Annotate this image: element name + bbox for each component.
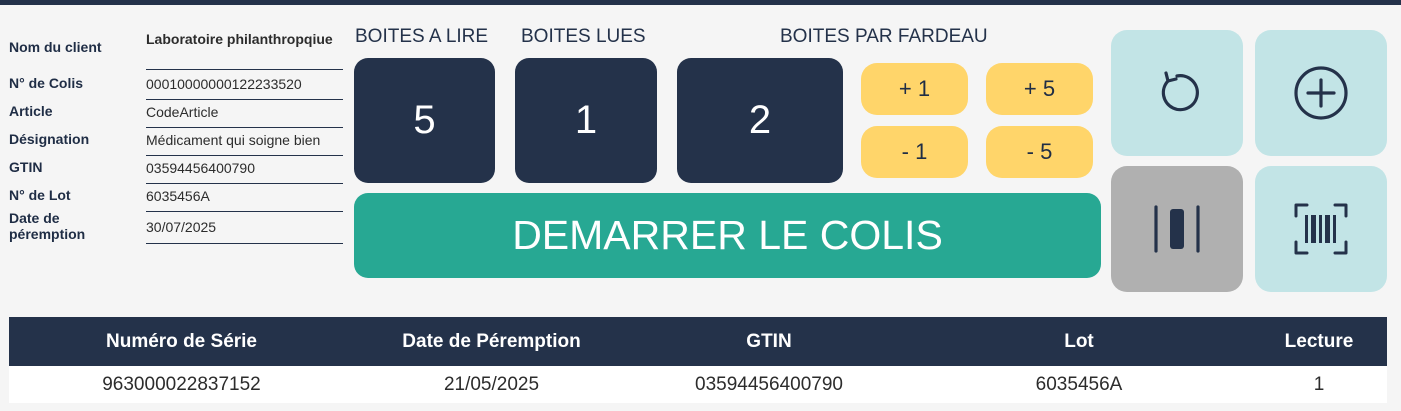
- boxes-read-label: BOITES LUES: [521, 26, 646, 47]
- barcode-scan-button[interactable]: [1255, 166, 1387, 292]
- table-row[interactable]: 963000022837152 21/05/2025 0359445640079…: [9, 366, 1387, 403]
- info-value-expiry: 30/07/2025: [146, 210, 343, 244]
- table-header: Numéro de Série Date de Péremption GTIN …: [9, 317, 1387, 366]
- cell-gtin: 03594456400790: [695, 374, 843, 395]
- barcode-scan-icon: [1294, 203, 1348, 255]
- boxes-per-bundle-value: 2: [677, 58, 843, 183]
- boxes-read-value: 1: [515, 58, 657, 183]
- start-package-button[interactable]: DEMARRER LE COLIS: [354, 193, 1101, 278]
- cell-serial: 963000022837152: [102, 374, 261, 395]
- info-label: Désignation: [9, 131, 90, 147]
- boxes-to-read-value: 5: [354, 58, 495, 183]
- add-button[interactable]: [1255, 30, 1387, 156]
- info-value-lot: 6035456A: [146, 188, 343, 212]
- column-header-lot: Lot: [1064, 331, 1094, 352]
- info-label: GTIN: [9, 159, 43, 175]
- info-value-gtin: 03594456400790: [146, 160, 343, 184]
- reset-button[interactable]: [1111, 30, 1243, 156]
- top-bar: [0, 0, 1401, 5]
- column-header-gtin: GTIN: [746, 331, 792, 352]
- column-header-reading: Lecture: [1284, 331, 1354, 352]
- plus-1-button[interactable]: + 1: [861, 63, 968, 115]
- minus-5-button[interactable]: - 5: [986, 126, 1093, 178]
- info-label: N° de Colis: [9, 75, 84, 91]
- boxes-to-read-label: BOITES A LIRE: [355, 26, 489, 47]
- cell-expiry: 21/05/2025: [443, 374, 540, 395]
- info-label: Nom du client: [9, 39, 102, 55]
- cell-reading: 1: [1313, 374, 1325, 395]
- boxes-per-bundle-label: BOITES PAR FARDEAU: [780, 26, 988, 47]
- pause-icon: [1154, 205, 1200, 253]
- info-value-article: CodeArticle: [146, 104, 343, 128]
- minus-1-button[interactable]: - 1: [861, 126, 968, 178]
- add-circle-icon: [1294, 66, 1348, 120]
- column-header-serial: Numéro de Série: [106, 331, 257, 352]
- cell-lot: 6035456A: [1035, 374, 1123, 395]
- info-label: Article: [9, 103, 53, 119]
- column-header-expiry: Date de Péremption: [402, 331, 581, 352]
- info-value-client: Laboratoire philanthropqiue: [146, 30, 343, 70]
- reset-icon: [1161, 71, 1199, 112]
- plus-5-button[interactable]: + 5: [986, 63, 1093, 115]
- pause-button[interactable]: [1111, 166, 1243, 292]
- info-label: N° de Lot: [9, 187, 71, 203]
- info-label: Date de péremption: [9, 210, 86, 242]
- info-value-colis: 00010000000122233520: [146, 76, 343, 100]
- info-value-designation: Médicament qui soigne bien: [146, 132, 343, 156]
